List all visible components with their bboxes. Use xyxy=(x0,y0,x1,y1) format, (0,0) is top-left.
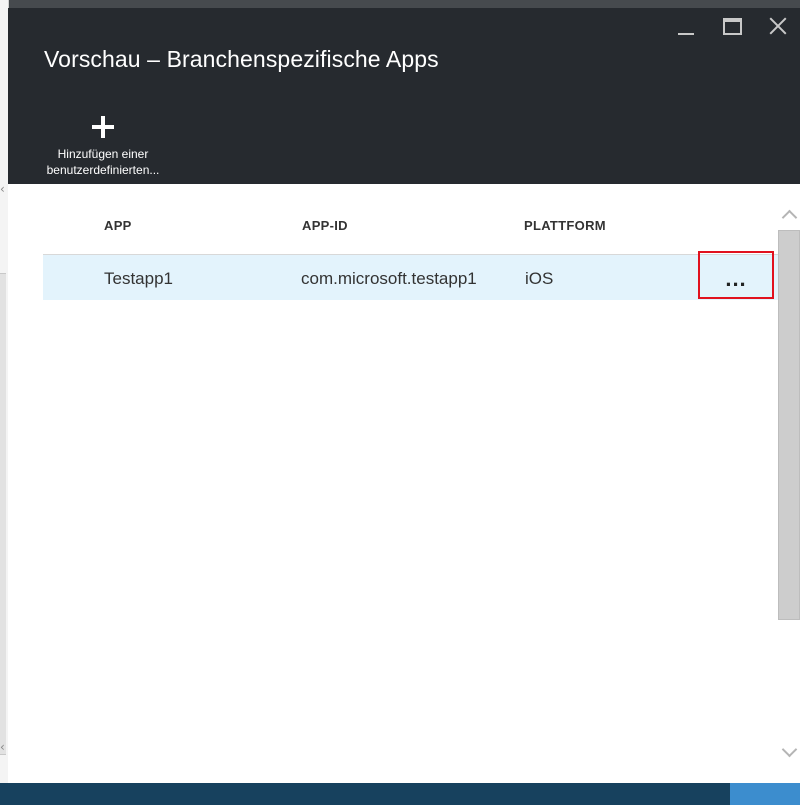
minimize-button[interactable] xyxy=(674,14,698,38)
scroll-up-button[interactable] xyxy=(778,206,800,225)
add-custom-app-label: Hinzufügen einer benutzerdefinierten... xyxy=(46,147,160,177)
blade-header: Vorschau – Branchenspezifische Apps Hinz… xyxy=(8,8,800,184)
column-header-app-id[interactable]: APP-ID xyxy=(302,218,348,233)
maximize-icon xyxy=(722,17,742,35)
minimize-icon xyxy=(678,33,694,35)
close-icon xyxy=(769,17,787,35)
top-band xyxy=(0,0,800,8)
ellipsis-icon: ... xyxy=(725,266,747,291)
chevron-up-icon xyxy=(781,209,797,225)
plus-icon xyxy=(92,116,114,138)
scroll-down-button[interactable] xyxy=(778,741,800,760)
chevron-down-icon xyxy=(781,741,797,757)
chevron-up-icon: ‹ xyxy=(0,182,5,196)
add-custom-app-button[interactable]: Hinzufügen einer benutzerdefinierten... xyxy=(38,116,168,178)
more-options-button[interactable]: ... xyxy=(698,251,774,299)
column-header-platform[interactable]: PLATTFORM xyxy=(524,218,606,233)
bottom-accent xyxy=(730,783,800,805)
cell-app-id: com.microsoft.testapp1 xyxy=(301,269,477,288)
close-button[interactable] xyxy=(766,14,790,38)
column-header-app[interactable]: APP xyxy=(104,218,132,233)
vertical-scrollbar[interactable] xyxy=(778,184,800,783)
blade-title: Vorschau – Branchenspezifische Apps xyxy=(44,46,439,72)
scroll-thumb[interactable] xyxy=(778,230,800,620)
window-controls xyxy=(674,14,790,38)
maximize-button[interactable] xyxy=(720,14,744,38)
cell-app: Testapp1 xyxy=(104,269,173,288)
cell-platform: iOS xyxy=(525,269,554,288)
app-list: APP APP-ID PLATTFORM Testapp1 com.micros… xyxy=(8,184,778,783)
bottom-status-bar xyxy=(0,783,800,805)
table-row[interactable]: Testapp1 com.microsoft.testapp1 iOS xyxy=(43,255,778,300)
grid-header: APP APP-ID PLATTFORM xyxy=(43,184,778,256)
chevron-down-icon: ‹ xyxy=(0,740,5,754)
left-scroll-thumb xyxy=(0,273,6,755)
